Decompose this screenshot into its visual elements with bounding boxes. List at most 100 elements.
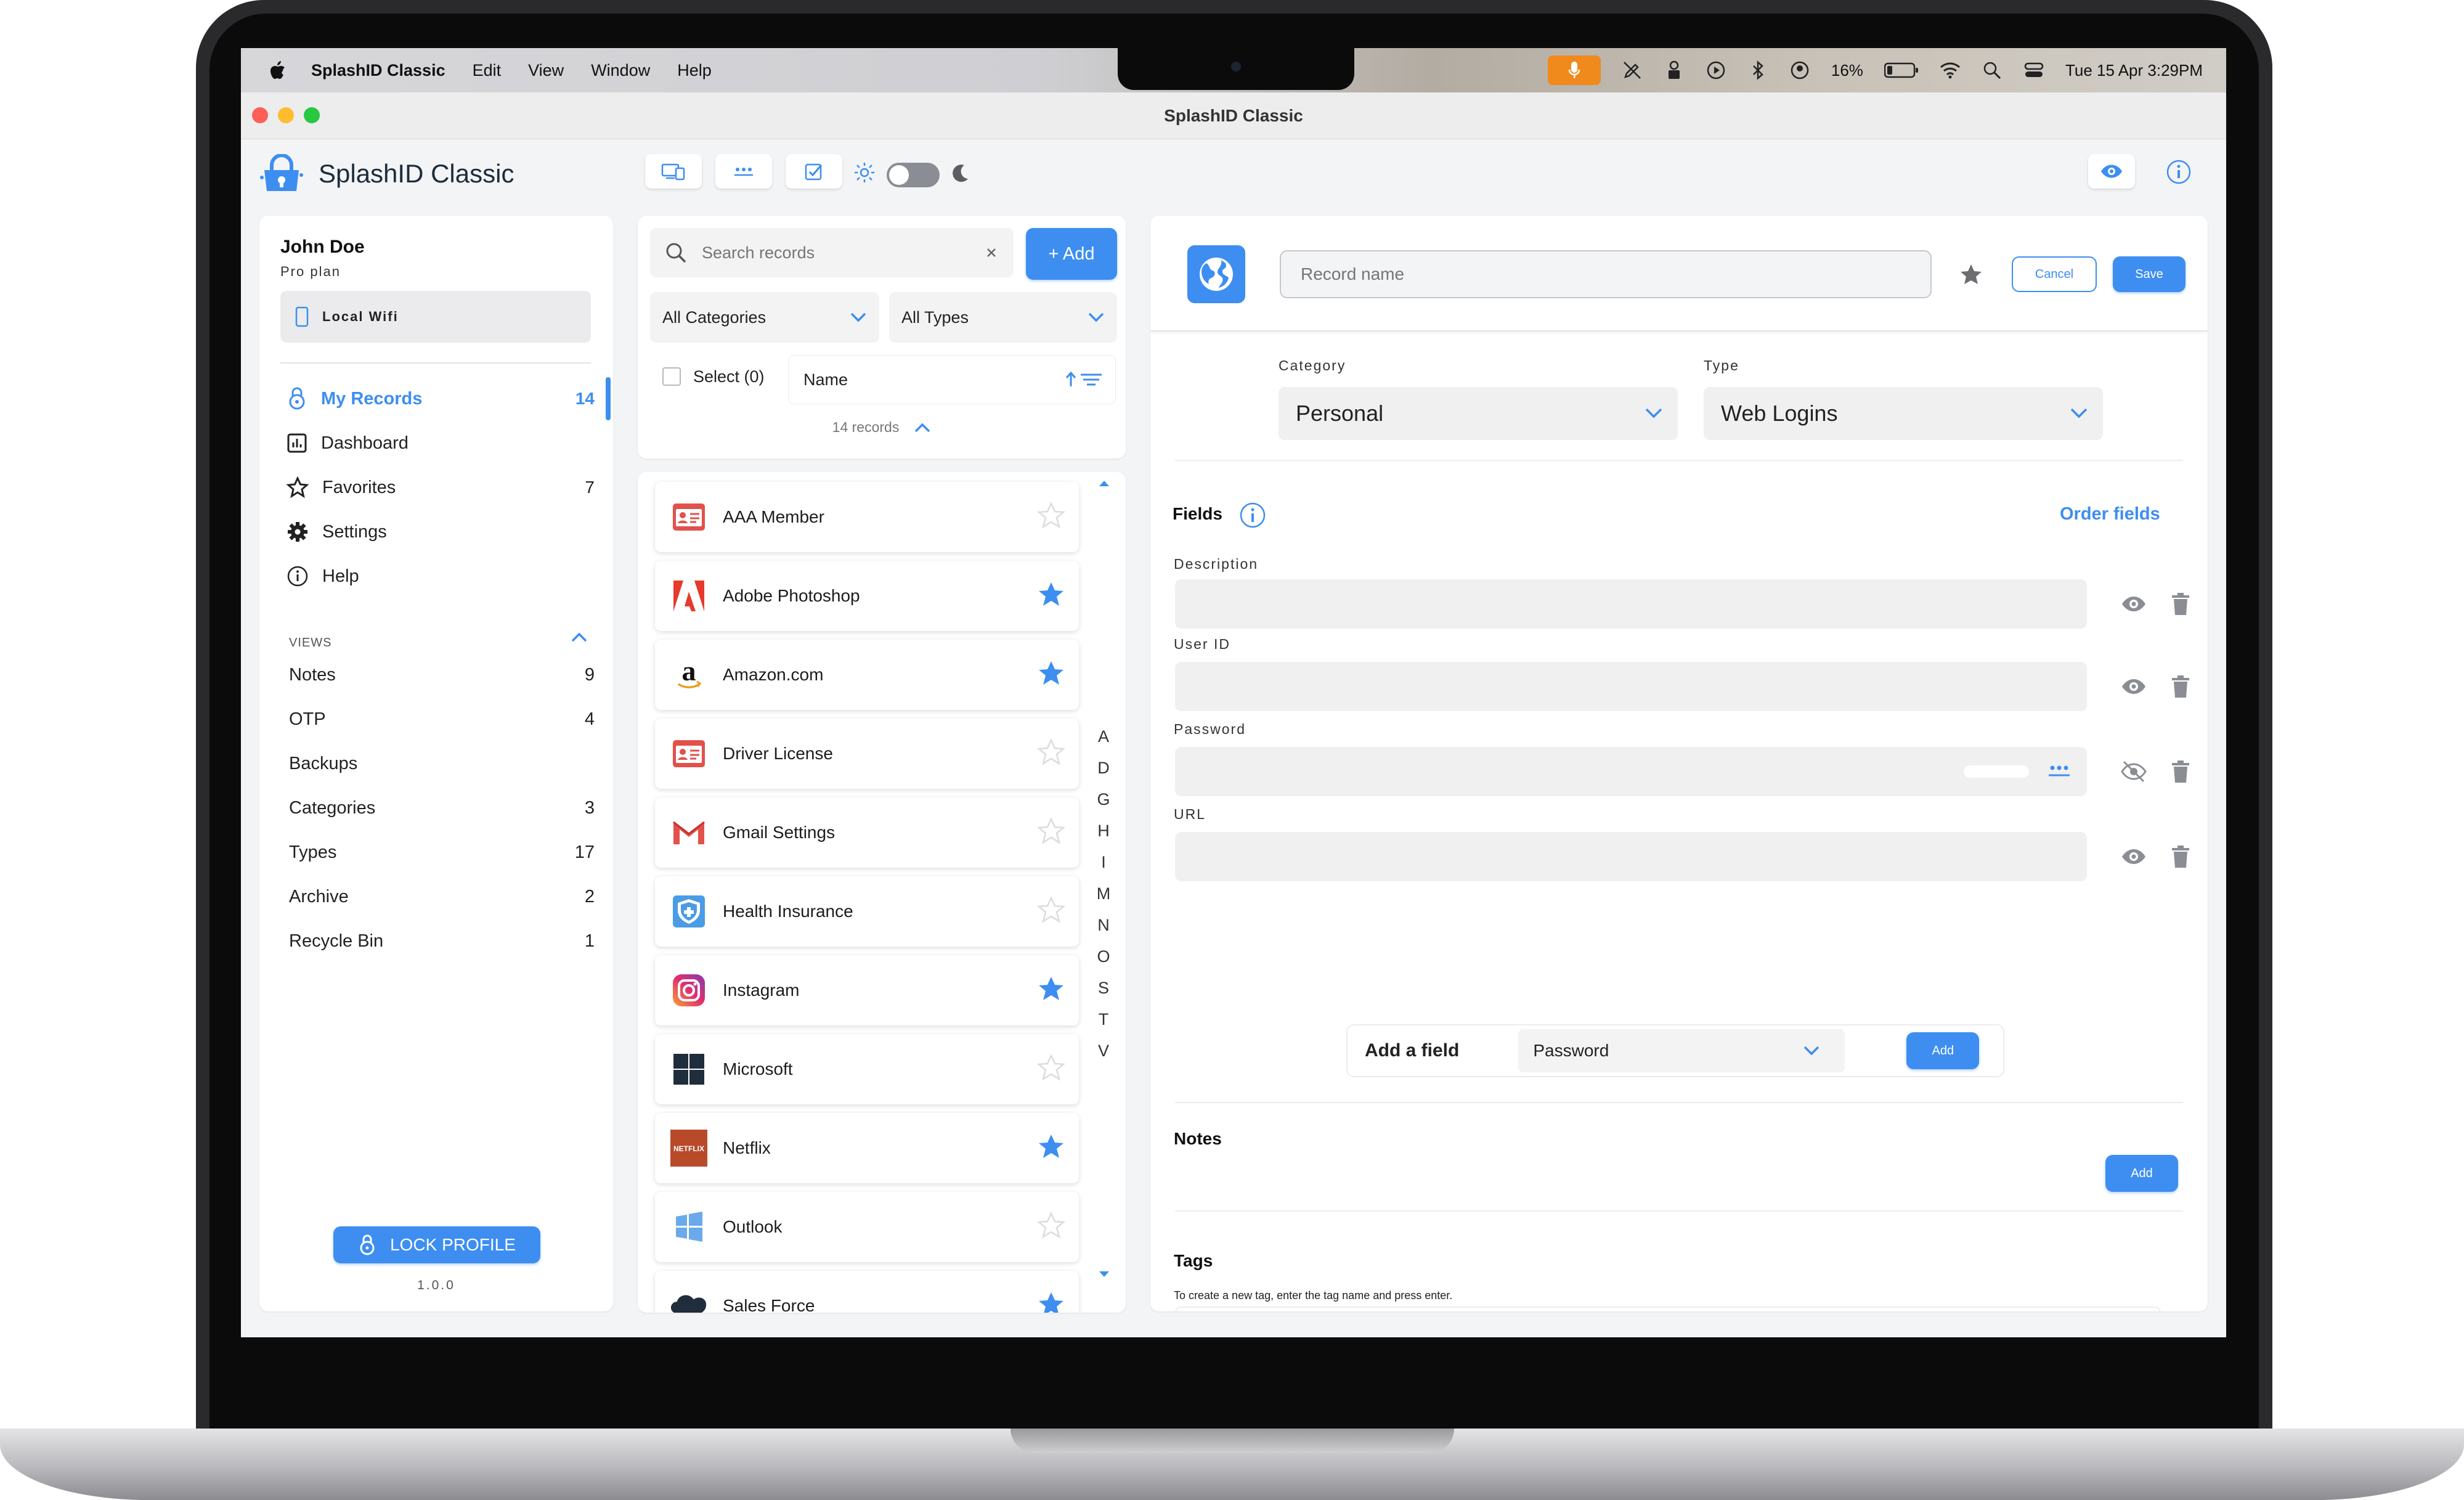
record-row[interactable]: NETFLIX Netflix	[655, 1113, 1079, 1183]
checklist-button[interactable]	[786, 154, 842, 189]
eye-icon[interactable]	[2120, 843, 2147, 870]
view-notes[interactable]: Notes 9	[289, 658, 595, 691]
record-row[interactable]: Adobe Photoshop	[655, 561, 1079, 631]
clear-search-icon[interactable]	[986, 248, 996, 258]
menu-app-name[interactable]: SplashID Classic	[311, 61, 445, 80]
view-otp[interactable]: OTP 4	[289, 703, 595, 736]
star-outline-icon[interactable]	[1036, 895, 1079, 927]
menubar-clock[interactable]: Tue 15 Apr 3:29PM	[2065, 61, 2203, 80]
view-backups[interactable]: Backups	[289, 747, 595, 780]
order-fields-link[interactable]: Order fields	[2060, 504, 2160, 524]
apple-icon[interactable]	[268, 60, 287, 81]
alphabet-index-letter[interactable]: M	[1091, 884, 1116, 903]
star-outline-icon[interactable]	[1036, 738, 1079, 770]
trash-icon[interactable]	[2169, 844, 2192, 869]
trash-icon[interactable]	[2169, 759, 2192, 784]
star-filled-icon[interactable]	[1037, 1290, 1079, 1313]
add-field-button[interactable]: Add	[1906, 1032, 1980, 1069]
view-types[interactable]: Types 17	[289, 836, 595, 869]
play-circle-icon[interactable]	[1706, 60, 1726, 81]
trash-icon[interactable]	[2169, 674, 2192, 699]
nav-settings[interactable]: Settings	[287, 515, 595, 548]
star-filled-icon[interactable]	[1037, 1133, 1079, 1164]
star-filled-icon[interactable]	[1037, 659, 1079, 691]
microphone-icon[interactable]	[1547, 55, 1601, 85]
alphabet-index-letter[interactable]: G	[1091, 790, 1116, 809]
view-recycle-bin[interactable]: Recycle Bin 1	[289, 924, 595, 958]
star-filled-icon[interactable]	[1037, 581, 1079, 612]
password-generator-icon[interactable]	[2046, 762, 2072, 781]
view-categories[interactable]: Categories 3	[289, 791, 595, 825]
type-select[interactable]: Web Logins	[1704, 387, 2103, 440]
view-archive[interactable]: Archive 2	[289, 880, 595, 913]
tags-input[interactable]	[1175, 1306, 2161, 1311]
record-row[interactable]: Health Insurance	[655, 876, 1079, 947]
select-all-checkbox[interactable]	[662, 367, 681, 386]
notes-add-button[interactable]: Add	[2105, 1155, 2178, 1192]
record-row[interactable]: Gmail Settings	[655, 797, 1079, 868]
sort-selector[interactable]: Name	[788, 355, 1116, 404]
alphabet-index-letter[interactable]: O	[1091, 947, 1116, 966]
password-generator-button[interactable]	[715, 154, 772, 189]
alphabet-index-letter[interactable]: A	[1091, 727, 1116, 746]
alphabet-index-letter[interactable]: S	[1091, 979, 1116, 998]
star-outline-icon[interactable]	[1036, 1211, 1079, 1243]
pen-off-icon[interactable]	[1622, 60, 1643, 81]
alphabet-index-letter[interactable]: N	[1091, 916, 1116, 935]
alphabet-index-letter[interactable]: V	[1091, 1041, 1116, 1061]
scroll-down-icon[interactable]	[1099, 1271, 1110, 1278]
user-lock-icon[interactable]	[1664, 60, 1685, 81]
field-userid-input[interactable]	[1175, 662, 2087, 711]
eye-icon[interactable]	[2120, 590, 2147, 618]
search-input[interactable]	[702, 243, 986, 263]
chevron-up-icon[interactable]	[570, 631, 588, 643]
alphabet-index-letter[interactable]: D	[1091, 759, 1116, 778]
search-field[interactable]	[650, 228, 1014, 277]
info-icon[interactable]	[1239, 502, 1266, 529]
record-row[interactable]: a Amazon.com	[655, 640, 1079, 710]
bluetooth-icon[interactable]	[1747, 60, 1768, 81]
add-field-type-select[interactable]: Password	[1518, 1029, 1845, 1072]
star-outline-icon[interactable]	[1036, 501, 1079, 533]
record-row[interactable]: Microsoft	[655, 1034, 1079, 1104]
star-outline-icon[interactable]	[1036, 1053, 1079, 1085]
record-row[interactable]: AAA Member	[655, 482, 1079, 552]
category-select[interactable]: Personal	[1279, 387, 1678, 440]
eye-icon[interactable]	[2120, 673, 2147, 700]
save-button[interactable]: Save	[2113, 256, 2185, 292]
category-filter[interactable]: All Categories	[650, 292, 879, 343]
record-row[interactable]: Outlook	[655, 1192, 1079, 1262]
nav-my-records[interactable]: My Records 14	[287, 382, 595, 415]
chevron-up-icon[interactable]	[914, 422, 931, 433]
alphabet-index-letter[interactable]: I	[1091, 853, 1116, 872]
record-name-input[interactable]	[1280, 250, 1932, 298]
sort-ascending-icon[interactable]	[1065, 370, 1104, 389]
visibility-button[interactable]	[2088, 154, 2135, 189]
menu-window[interactable]: Window	[591, 61, 650, 80]
menu-help[interactable]: Help	[677, 61, 712, 80]
field-password-input[interactable]	[1175, 747, 2087, 796]
lock-profile-button[interactable]: LOCK PROFILE	[333, 1226, 540, 1263]
menu-edit[interactable]: Edit	[473, 61, 502, 80]
devices-button[interactable]	[645, 154, 702, 189]
control-center-icon[interactable]	[2023, 60, 2044, 81]
type-filter[interactable]: All Types	[889, 292, 1117, 343]
record-row[interactable]: Instagram	[655, 955, 1079, 1025]
eye-off-icon[interactable]	[2120, 758, 2147, 785]
scroll-up-icon[interactable]	[1099, 479, 1110, 487]
alphabet-index-letter[interactable]: H	[1091, 821, 1116, 841]
menu-view[interactable]: View	[528, 61, 564, 80]
nav-favorites[interactable]: Favorites 7	[287, 471, 595, 504]
record-row[interactable]: Sales Force	[655, 1271, 1079, 1313]
theme-toggle[interactable]	[887, 163, 940, 187]
record-type-icon-button[interactable]	[1187, 245, 1245, 303]
field-url-input[interactable]	[1175, 832, 2087, 881]
record-row[interactable]: Driver License	[655, 719, 1079, 789]
favorite-star-icon[interactable]	[1959, 263, 1983, 287]
trash-icon[interactable]	[2169, 592, 2192, 616]
user-circle-icon[interactable]	[1789, 60, 1810, 81]
add-record-button[interactable]: + Add	[1026, 228, 1117, 280]
star-outline-icon[interactable]	[1036, 817, 1079, 849]
cancel-button[interactable]: Cancel	[2012, 256, 2097, 292]
nav-dashboard[interactable]: Dashboard	[287, 426, 595, 460]
